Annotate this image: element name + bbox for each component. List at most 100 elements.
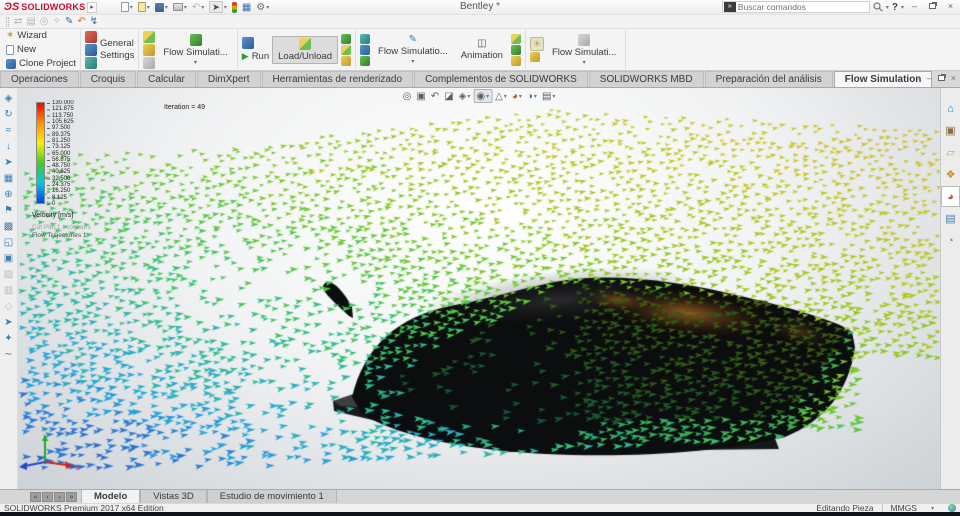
cut-plot-icon[interactable] bbox=[360, 33, 371, 44]
minimize-button[interactable]: – bbox=[907, 1, 922, 13]
goals-icon[interactable] bbox=[143, 43, 156, 56]
view-palette-icon[interactable]: ❖ bbox=[941, 164, 960, 185]
display-style-icon[interactable]: ◉ ▾ bbox=[473, 89, 493, 103]
goal-icon[interactable]: ⚑ bbox=[2, 204, 16, 218]
new-document-icon[interactable]: ▾ bbox=[119, 1, 135, 14]
next-sheet-icon[interactable]: › bbox=[54, 491, 65, 502]
boundary-condition-icon[interactable]: ≈ bbox=[2, 124, 16, 138]
boundary-conditions-icon[interactable] bbox=[143, 30, 156, 43]
pin-ribbon-icon[interactable]: ▫ bbox=[918, 73, 921, 83]
mesh-plot-icon[interactable]: ▨ bbox=[2, 268, 16, 282]
isosurface-plot-icon[interactable]: ➤ bbox=[2, 316, 16, 330]
command-tab[interactable]: Complementos de SOLIDWORKS bbox=[414, 71, 588, 87]
flow-simulation-dropdown-1[interactable]: Flow Simulati... ▾ bbox=[158, 33, 232, 67]
display-options-icon[interactable] bbox=[529, 52, 540, 62]
search-scope-icon[interactable]: » bbox=[723, 2, 736, 12]
zoom-to-area-icon[interactable]: ▣ bbox=[414, 89, 427, 103]
previous-view-icon[interactable]: ↶ bbox=[429, 89, 441, 103]
sheet-tab[interactable]: Estudio de movimiento 1 bbox=[206, 490, 337, 503]
snapshot-icon[interactable]: ▤ bbox=[26, 16, 35, 28]
section-view-icon[interactable]: ◪ bbox=[442, 89, 455, 103]
rotate-view-icon[interactable]: ↶ bbox=[77, 16, 85, 28]
print-icon[interactable]: ▾ bbox=[171, 1, 189, 14]
animation-button[interactable]: ◫ Animation bbox=[456, 37, 508, 62]
command-tab[interactable]: Herramientas de renderizado bbox=[261, 71, 414, 87]
search-options-icon[interactable]: ✧ bbox=[53, 16, 61, 28]
view-orientation-icon[interactable]: ◈ ▾ bbox=[457, 89, 473, 103]
results-icon[interactable]: ▣ bbox=[2, 252, 16, 266]
command-tab[interactable]: Croquis bbox=[79, 71, 137, 87]
help-button[interactable]: ? bbox=[892, 2, 898, 13]
porous-medium-icon[interactable]: ▦ bbox=[2, 172, 16, 186]
results-summary-icon[interactable] bbox=[341, 44, 352, 55]
display-states-icon[interactable] bbox=[230, 1, 239, 14]
options-grid-icon[interactable]: ▦ bbox=[240, 1, 253, 14]
command-tab[interactable]: Operaciones bbox=[0, 71, 79, 87]
design-library-icon[interactable]: ▣ bbox=[941, 120, 960, 141]
appearances-icon[interactable]: ◕ bbox=[941, 186, 960, 207]
command-tab[interactable]: Preparación del análisis bbox=[704, 71, 833, 87]
local-mesh-icon[interactable]: ▩ bbox=[2, 220, 16, 234]
open-document-icon[interactable]: ▾ bbox=[136, 1, 152, 14]
general-settings-button[interactable]: General Settings bbox=[100, 38, 134, 61]
load-unload-button[interactable]: Load/Unload bbox=[272, 35, 339, 64]
computational-domain-icon[interactable]: ◈ bbox=[2, 92, 16, 106]
toolbar-grip[interactable] bbox=[6, 16, 9, 27]
units-dropdown-icon[interactable]: ▾ bbox=[931, 505, 934, 512]
zoom-to-fit-icon[interactable]: ◎ bbox=[401, 89, 414, 103]
solver-monitor-icon[interactable] bbox=[241, 36, 254, 49]
wizard-button[interactable]: ✶ Wizard bbox=[6, 29, 76, 42]
report-icon[interactable] bbox=[510, 55, 521, 66]
home-icon[interactable]: ⌂ bbox=[941, 98, 960, 119]
batch-run-icon[interactable] bbox=[341, 33, 352, 44]
gear-icon[interactable] bbox=[85, 56, 98, 69]
flow-simulation-dropdown-2[interactable]: ✎ Flow Simulatio... ▾ bbox=[373, 33, 453, 66]
velocity-legend[interactable]: 130.000 121.875 113.750 105.625 97.500 89.375… bbox=[36, 100, 74, 207]
units-icon[interactable] bbox=[85, 30, 98, 43]
command-search[interactable]: » bbox=[721, 1, 870, 13]
lightbulb-icon[interactable]: ☀ bbox=[529, 37, 544, 51]
doc-minimize-icon[interactable]: – bbox=[927, 73, 932, 83]
fan-icon[interactable]: ↓ bbox=[2, 140, 16, 154]
rebuild-icon[interactable]: ⇄ bbox=[14, 16, 22, 28]
magnify-icon[interactable]: ◎ bbox=[40, 16, 49, 28]
doc-restore-icon[interactable] bbox=[937, 73, 945, 83]
fluid-subdomain-icon[interactable]: ↻ bbox=[2, 108, 16, 122]
xy-plot-icon[interactable]: ∼ bbox=[2, 348, 16, 362]
close-button[interactable]: × bbox=[943, 1, 958, 13]
goals-plot-icon[interactable] bbox=[341, 55, 352, 66]
prev-sheet-icon[interactable]: ‹ bbox=[42, 491, 53, 502]
graphics-viewport[interactable]: ◎ ▣ ↶ ◪ ◈ ▾ ◉ ▾ △ ▾ ◕ ▾ ◑ ▾ ▤ ▾ 130.000 121.875 113.750 10… bbox=[18, 88, 940, 489]
forum-icon[interactable]: ◔ bbox=[941, 230, 960, 251]
compare-icon[interactable] bbox=[510, 33, 521, 44]
undo-icon[interactable]: ↶ ▾ bbox=[190, 1, 206, 14]
sources-icon[interactable] bbox=[143, 56, 156, 69]
heat-source-icon[interactable]: ➤ bbox=[2, 156, 16, 170]
menu-expand-icon[interactable]: ▸ bbox=[87, 1, 97, 13]
sketch-pen-icon[interactable]: ✎ bbox=[65, 16, 73, 28]
select-cursor-icon[interactable]: ➤ ▾ bbox=[207, 1, 229, 14]
restore-button[interactable] bbox=[925, 1, 940, 13]
search-icon[interactable] bbox=[873, 2, 883, 12]
view-settings-icon[interactable]: ▤ ▾ bbox=[540, 89, 557, 103]
cut-plot-icon[interactable]: ▥ bbox=[2, 284, 16, 298]
clone-project-button[interactable]: Clone Project bbox=[6, 57, 76, 70]
flow-trajectories-icon[interactable]: ✦ bbox=[2, 332, 16, 346]
save-icon[interactable]: ▾ bbox=[153, 1, 170, 14]
flow-simulation-render[interactable] bbox=[18, 88, 940, 489]
command-tab[interactable]: SOLIDWORKS MBD bbox=[588, 71, 704, 87]
search-dropdown-icon[interactable]: ▾ bbox=[886, 4, 889, 11]
settings-gear-icon[interactable]: ⚙ ▾ bbox=[254, 1, 271, 14]
last-sheet-icon[interactable]: » bbox=[66, 491, 77, 502]
surface-plot-icon[interactable] bbox=[360, 44, 371, 55]
reference-triad-icon[interactable]: ↯ bbox=[90, 16, 98, 28]
sheet-tab[interactable]: Vistas 3D bbox=[140, 490, 207, 503]
help-dropdown-icon[interactable]: ▾ bbox=[901, 4, 904, 11]
parametric-icon[interactable] bbox=[510, 44, 521, 55]
search-input[interactable] bbox=[737, 2, 869, 12]
surface-plot-icon[interactable]: ◇ bbox=[2, 300, 16, 314]
edit-appearance-icon[interactable]: ◕ ▾ bbox=[510, 89, 524, 103]
run-button[interactable]: ▶ Run bbox=[242, 50, 269, 63]
first-sheet-icon[interactable]: « bbox=[30, 491, 41, 502]
doc-close-icon[interactable]: × bbox=[951, 73, 956, 83]
